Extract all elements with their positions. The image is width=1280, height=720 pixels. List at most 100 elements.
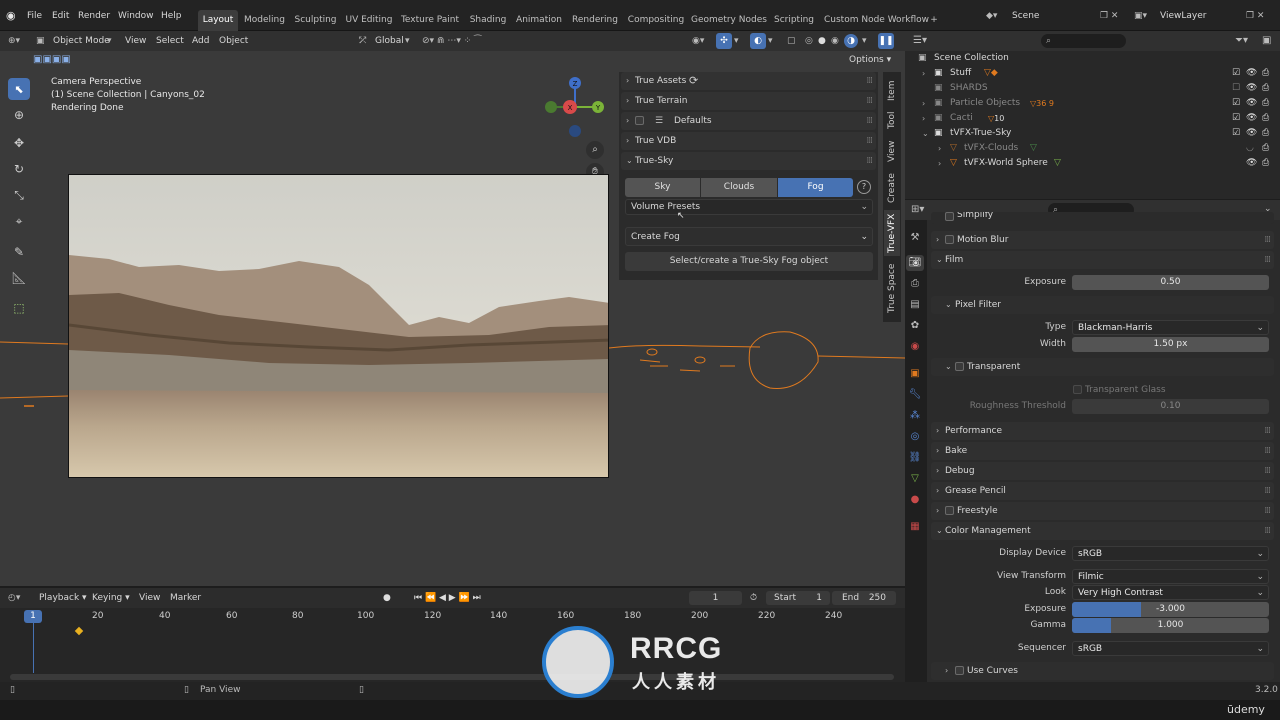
tab-sculpting[interactable]: Sculpting xyxy=(292,10,339,31)
drag-grip-icon[interactable]: ⁞⁞⁞ xyxy=(866,132,873,150)
properties-editor-icon[interactable]: ⊞▾ xyxy=(911,204,924,215)
physics-icon[interactable]: ◎ xyxy=(906,429,924,445)
annotate-tool-button[interactable]: ✎ xyxy=(8,241,30,263)
section-color-management[interactable]: ⌄ Color Management ⁞⁞⁞ xyxy=(931,522,1274,540)
drag-grip-icon[interactable]: ⁞⁞⁞ xyxy=(1264,442,1271,460)
refresh-icon[interactable]: ⟳ xyxy=(689,72,698,90)
display-device-dropdown[interactable]: sRGB ⌄ xyxy=(1072,546,1269,561)
select-create-fog-button[interactable]: Select/create a True-Sky Fog object xyxy=(625,252,873,271)
object-properties-icon[interactable]: ▣ xyxy=(906,366,924,382)
end-frame-field[interactable]: End 250 xyxy=(832,591,896,605)
tab-rendering[interactable]: Rendering xyxy=(569,10,621,31)
tab-clouds[interactable]: Clouds xyxy=(701,178,777,197)
new-scene-icon[interactable]: ❐ ✕ xyxy=(1100,6,1118,26)
camera-render-icon[interactable]: ⎙ xyxy=(1262,81,1269,96)
section-transparent[interactable]: ⌄ Transparent xyxy=(931,358,1274,376)
tab-sky[interactable]: Sky xyxy=(625,178,700,197)
menu-select[interactable]: Select xyxy=(156,31,184,51)
chevron-right-icon[interactable]: › xyxy=(922,111,925,126)
drag-grip-icon[interactable]: ⁞⁞⁞ xyxy=(1264,251,1271,269)
drag-grip-icon[interactable]: ⁞⁞⁞ xyxy=(866,112,873,130)
panel-true-sky[interactable]: ⌄ True-Sky ⁞⁞⁞ xyxy=(621,152,876,170)
eye-icon[interactable]: 👁︎ xyxy=(1246,156,1257,171)
view-transform-dropdown[interactable]: Filmic ⌄ xyxy=(1072,569,1269,584)
outliner-search-input[interactable]: ⌕ xyxy=(1041,34,1126,48)
section-bake[interactable]: › Bake ⁞⁞⁞ xyxy=(931,442,1274,460)
section-simplify[interactable]: Simplify xyxy=(931,212,1274,224)
tab-modeling[interactable]: Modeling xyxy=(242,10,287,31)
eye-icon[interactable]: 👁︎ xyxy=(1246,126,1257,141)
camera-render-icon[interactable]: ⎙ xyxy=(1262,66,1269,81)
tab-uv-editing[interactable]: UV Editing xyxy=(344,10,394,31)
drag-grip-icon[interactable]: ⁞⁞⁞ xyxy=(1264,502,1271,520)
side-tab-tool[interactable]: Tool xyxy=(884,108,900,132)
eye-icon[interactable]: 👁︎ xyxy=(1246,111,1257,126)
checkbox-checked-icon[interactable]: ☑ xyxy=(1232,111,1240,126)
material-icon[interactable]: ● xyxy=(906,492,924,508)
tab-animation[interactable]: Animation xyxy=(514,10,564,31)
outliner-row[interactable]: › ▽ tVFX-Clouds ▽ ◡ ⎙ xyxy=(912,141,1274,156)
volume-presets-dropdown[interactable]: Volume Presets ⌄ xyxy=(625,199,873,215)
tab-compositing[interactable]: Compositing xyxy=(626,10,686,31)
filter-type-dropdown[interactable]: Blackman-Harris ⌄ xyxy=(1072,320,1269,335)
section-freestyle[interactable]: › Freestyle ⁞⁞⁞ xyxy=(931,502,1274,520)
menu-object[interactable]: Object xyxy=(219,31,248,51)
xray-icon[interactable]: ▢ xyxy=(787,31,796,51)
chevron-right-icon[interactable]: › xyxy=(938,141,941,156)
use-curves-checkbox[interactable] xyxy=(955,666,964,675)
drag-grip-icon[interactable]: ⁞⁞⁞ xyxy=(866,72,873,90)
timeline-scrollbar[interactable] xyxy=(10,674,894,680)
scale-tool-button[interactable]: ⤡ xyxy=(8,184,30,206)
outliner-row[interactable]: › ▣ Particle Objects ▽36 9 ☑ 👁︎ ⎙ xyxy=(912,96,1274,111)
drag-grip-icon[interactable]: ⁞⁞⁞ xyxy=(866,92,873,110)
menu-view[interactable]: View xyxy=(125,31,146,51)
side-tab-true-vfx[interactable]: True-VFX xyxy=(884,210,900,256)
move-tool-button[interactable]: ✥ xyxy=(8,132,30,154)
gamma-slider[interactable]: 1.000 xyxy=(1072,618,1269,633)
start-frame-field[interactable]: Start 1 xyxy=(766,591,830,605)
checkbox-checked-icon[interactable]: ☑ xyxy=(1232,66,1240,81)
section-use-curves[interactable]: › Use Curves xyxy=(931,662,1274,680)
chevron-right-icon[interactable]: › xyxy=(922,66,925,81)
menu-render[interactable]: Render xyxy=(78,6,110,26)
section-performance[interactable]: › Performance ⁞⁞⁞ xyxy=(931,422,1274,440)
side-tab-true-space[interactable]: True Space xyxy=(884,262,900,314)
solid-shading-icon[interactable]: ● xyxy=(818,31,826,51)
timeline-editor-icon[interactable]: ◴▾ xyxy=(8,588,20,608)
tab-geometry-nodes[interactable]: Geometry Nodes xyxy=(691,10,767,31)
panel-true-vdb[interactable]: › True VDB ⁞⁞⁞ xyxy=(621,132,876,150)
tab-texture-paint[interactable]: Texture Paint xyxy=(399,10,461,31)
outliner-editor-icon[interactable]: ☰▾ xyxy=(913,35,927,46)
eye-icon[interactable]: 👁︎ xyxy=(1246,96,1257,111)
section-debug[interactable]: › Debug ⁞⁞⁞ xyxy=(931,462,1274,480)
look-dropdown[interactable]: Very High Contrast ⌄ xyxy=(1072,585,1269,600)
material-shading-icon[interactable]: ◉ xyxy=(831,31,839,51)
outliner-row[interactable]: › ▣ Stuff ▽◆ ☑ 👁︎ ⎙ xyxy=(912,66,1274,81)
marker-menu[interactable]: Marker xyxy=(170,588,201,608)
eye-icon[interactable]: 👁︎ xyxy=(1246,81,1257,96)
transparent-glass-checkbox[interactable] xyxy=(1073,385,1082,394)
film-exposure-field[interactable]: 0.50 xyxy=(1072,275,1269,290)
texture-icon[interactable]: ▦ xyxy=(906,519,924,535)
menu-file[interactable]: File xyxy=(27,6,42,26)
menu-help[interactable]: Help xyxy=(161,6,182,26)
camera-render-icon[interactable]: ⎙ xyxy=(1262,96,1269,111)
outliner-row[interactable]: ▣ SHARDS ☐ 👁︎ ⎙ xyxy=(912,81,1274,96)
panel-true-terrain[interactable]: › True Terrain ⁞⁞⁞ xyxy=(621,92,876,110)
drag-grip-icon[interactable]: ⁞⁞⁞ xyxy=(1264,231,1271,249)
timeline-view-menu[interactable]: View xyxy=(139,588,160,608)
current-frame-field[interactable]: 1 xyxy=(689,591,742,605)
constraints-icon[interactable]: ⛓︎ xyxy=(906,450,924,466)
outliner-row[interactable]: › ▣ Cacti ▽10 ☑ 👁︎ ⎙ xyxy=(912,111,1274,126)
outliner-row[interactable]: › ▽ tVFX-World Sphere ▽ 👁︎ ⎙ xyxy=(912,156,1274,171)
render-properties-icon[interactable]: 📷︎ xyxy=(906,255,924,271)
chevron-right-icon[interactable]: › xyxy=(938,156,941,171)
camera-render-icon[interactable]: ⎙ xyxy=(1262,126,1269,141)
object-mode-dropdown[interactable]: Object Mode xyxy=(53,31,110,51)
transparent-checkbox[interactable] xyxy=(955,362,964,371)
chevron-right-icon[interactable]: › xyxy=(922,96,925,111)
drag-grip-icon[interactable]: ⁞⁞⁞ xyxy=(866,152,873,170)
keying-menu[interactable]: Keying ▾ xyxy=(92,588,130,608)
checkbox-unchecked-icon[interactable]: ☐ xyxy=(1232,81,1240,96)
add-workspace-icon[interactable]: + xyxy=(928,10,940,31)
